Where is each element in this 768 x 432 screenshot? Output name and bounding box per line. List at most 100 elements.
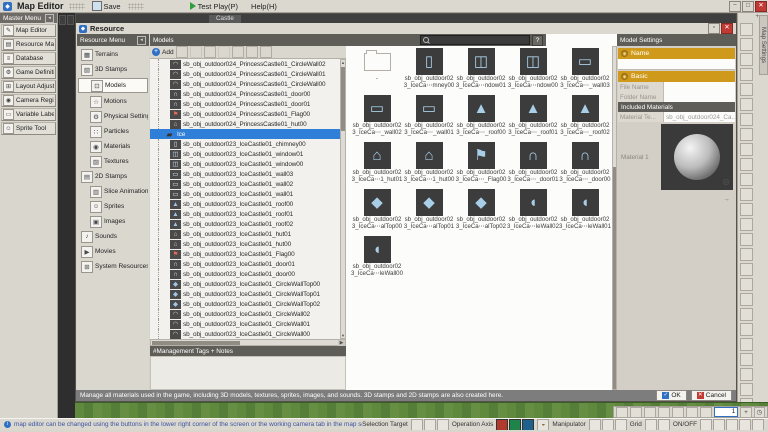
model-thumbnail[interactable]: ▭ sb_obj_outdoor02 3_IceCa⋯_wall01 (403, 94, 455, 141)
dialog-close-icon[interactable]: ✕ (721, 23, 733, 34)
master-menu-item[interactable]: ⚙ Game Definition (1, 66, 56, 79)
file-name-value[interactable] (664, 82, 735, 92)
help-button[interactable]: ? (532, 35, 543, 46)
model-thumbnail[interactable]: - (351, 47, 403, 94)
resource-menu-item[interactable]: ∷ Particles (78, 125, 148, 138)
tree-item[interactable]: ◠ sb_obj_outdoor023_IceCastle01_CircleWa… (150, 309, 340, 319)
model-thumbnail[interactable]: ◖ sb_obj_outdoor02 3_IceCa⋯leWall01 (559, 188, 611, 235)
model-thumbnail[interactable]: ▲ sb_obj_outdoor02 3_IceCa⋯_roof00 (455, 94, 507, 141)
model-thumbnail[interactable]: ⌂ sb_obj_outdoor02 3_IceCa⋯1_hut01 (351, 141, 403, 188)
material-template-value[interactable]: sb_obj_outdoor024_Ca... (664, 112, 735, 122)
model-thumbnail[interactable]: ▲ sb_obj_outdoor02 3_IceCa⋯_roof01 (507, 94, 559, 141)
resource-menu-item[interactable]: ▧ 3D Stamps (78, 63, 148, 76)
clock-icon[interactable]: ◷ (754, 407, 765, 418)
resource-menu-item[interactable]: ▣ Images (78, 215, 148, 228)
tree-item[interactable]: ⌂ sb_obj_outdoor023_IceCastle01_hut00 (150, 239, 340, 249)
axis-button[interactable] (522, 419, 534, 431)
tree-item[interactable]: ◫ sb_obj_outdoor023_IceCastle01_window00 (150, 159, 340, 169)
palette-icon[interactable]: ◒ (537, 419, 549, 431)
tree-item[interactable]: ⚑ sb_obj_outdoor024_PrincessCastle01_Fla… (150, 109, 340, 119)
material-picker-icon[interactable]: ◎ (721, 176, 731, 186)
tree-horizontal-scrollbar[interactable]: ▶ (150, 339, 346, 346)
map-tab-castle[interactable]: Castle (209, 15, 241, 23)
add-button[interactable]: + Add (152, 48, 174, 56)
resource-menu-item[interactable]: ☆ Motions (78, 95, 148, 108)
model-thumbnail[interactable]: ◆ sb_obj_outdoor02 3_IceCa⋯alTop00 (351, 188, 403, 235)
scroll-down-icon[interactable]: ▼ (341, 333, 345, 338)
tree-item[interactable]: ◠ sb_obj_outdoor023_IceCastle01_CircleWa… (150, 319, 340, 329)
master-menu-item[interactable]: ⊞ Layout Adjustm (1, 80, 56, 93)
notes-area[interactable] (150, 356, 346, 390)
maximize-icon[interactable]: □ (742, 1, 754, 12)
model-thumbnail[interactable]: ◫ sb_obj_outdoor02 3_IceCa⋯ndow01 (455, 47, 507, 94)
model-thumbnail[interactable]: ◫ sb_obj_outdoor02 3_IceCa⋯ndow00 (507, 47, 559, 94)
name-section-header[interactable]: ◉ Name (618, 48, 735, 59)
map-settings-tab[interactable]: Map Settings (759, 15, 768, 75)
master-menu-item[interactable]: ▭ Variable Labels (1, 108, 56, 121)
tree-scroll-thumb[interactable] (341, 67, 345, 131)
tree-item[interactable]: ◆ sb_obj_outdoor023_IceCastle01_CircleWa… (150, 299, 340, 309)
model-thumbnail[interactable]: ⚑ sb_obj_outdoor02 3_IceCa⋯_Flag00 (455, 141, 507, 188)
arrow-right-icon[interactable]: → (723, 196, 730, 203)
model-thumbnail[interactable]: ∩ sb_obj_outdoor02 3_IceCa⋯_door01 (507, 141, 559, 188)
tree-item[interactable]: ∩ sb_obj_outdoor023_IceCastle01_door00 (150, 269, 340, 279)
resource-menu-item[interactable]: ▥ Slice Animation (78, 185, 148, 198)
name-value-field[interactable] (618, 59, 735, 70)
test-play-button[interactable]: Test Play(P) (186, 2, 242, 11)
tree-item[interactable]: ⌂ sb_obj_outdoor023_IceCastle01_hut01 (150, 229, 340, 239)
tree-vertical-scrollbar[interactable]: ▲ ▼ (340, 59, 346, 339)
axis-button[interactable] (496, 419, 508, 431)
menu-item-help[interactable]: Help(H) (247, 2, 281, 11)
model-thumbnail[interactable]: ⌂ sb_obj_outdoor02 3_IceCa⋯1_hut00 (403, 141, 455, 188)
minimize-icon[interactable]: − (729, 1, 741, 12)
tree-item[interactable]: ◫ sb_obj_outdoor023_IceCastle01_window01 (150, 149, 340, 159)
model-thumbnail[interactable]: ∩ sb_obj_outdoor02 3_IceCa⋯_door00 (559, 141, 611, 188)
save-button[interactable]: Save (90, 1, 123, 11)
tree-item[interactable]: ▲ sb_obj_outdoor023_IceCastle01_roof02 (150, 219, 340, 229)
model-thumbnail[interactable]: ◆ sb_obj_outdoor02 3_IceCa⋯alTop02 (455, 188, 507, 235)
folder-name-value[interactable] (664, 92, 735, 102)
close-icon[interactable]: ✕ (755, 1, 767, 12)
resource-menu-item[interactable]: ☺ Sprites (78, 200, 148, 213)
tree-item[interactable]: ◠ sb_obj_outdoor024_PrincessCastle01_Cir… (150, 79, 340, 89)
tree-item[interactable]: ◠ sb_obj_outdoor024_PrincessCastle01_Cir… (150, 69, 340, 79)
tree-item[interactable]: ▯ sb_obj_outdoor023_IceCastle01_chimney0… (150, 139, 340, 149)
tree-item[interactable]: ◆ sb_obj_outdoor023_IceCastle01_CircleWa… (150, 279, 340, 289)
tree-item[interactable]: ⚑ sb_obj_outdoor023_IceCastle01_Flag00 (150, 249, 340, 259)
model-thumbnail[interactable]: ▭ sb_obj_outdoor02 3_IceCa⋯_wall03 (559, 47, 611, 94)
model-thumbnail[interactable]: ◆ sb_obj_outdoor02 3_IceCa⋯alTop01 (403, 188, 455, 235)
count-field[interactable]: 1 (714, 407, 738, 417)
model-thumbnail[interactable]: ▯ sb_obj_outdoor02 3_IceCa⋯mney00 (403, 47, 455, 94)
collapse-left-icon[interactable]: ◂ (137, 36, 146, 45)
tree-item[interactable]: ◠ sb_obj_outdoor024_PrincessCastle01_Cir… (150, 59, 340, 69)
ok-button[interactable]: ✓ OK (656, 390, 686, 401)
tree-item[interactable]: ◆ sb_obj_outdoor023_IceCastle01_CircleWa… (150, 289, 340, 299)
resource-menu-item[interactable]: ▨ Textures (78, 155, 148, 168)
master-menu-item[interactable]: ≡ Database (1, 52, 56, 65)
tree-item[interactable]: ▲ sb_obj_outdoor023_IceCastle01_roof01 (150, 209, 340, 219)
axis-button[interactable] (509, 419, 521, 431)
tree-item[interactable]: ◠ sb_obj_outdoor023_IceCastle01_CircleWa… (150, 329, 340, 339)
tree-item[interactable]: ∩ sb_obj_outdoor024_PrincessCastle01_doo… (150, 89, 340, 99)
model-thumbnail[interactable]: ◖ sb_obj_outdoor02 3_IceCa⋯leWall02 (507, 188, 559, 235)
tree-item[interactable]: ⌂ sb_obj_outdoor024_PrincessCastle01_hut… (150, 119, 340, 129)
resource-menu-item[interactable]: ▤ 2D Stamps (78, 170, 148, 183)
vertical-tab[interactable] (59, 15, 66, 25)
tree-hscroll-thumb[interactable] (152, 341, 240, 345)
tree-item[interactable]: ∩ sb_obj_outdoor024_PrincessCastle01_doo… (150, 99, 340, 109)
master-menu-item[interactable]: ◉ Camera Registr (1, 94, 56, 107)
master-menu-item[interactable]: ☺ Sprite Tool (1, 122, 56, 135)
tree-item[interactable]: ∩ sb_obj_outdoor023_IceCastle01_door01 (150, 259, 340, 269)
resource-menu-item[interactable]: ♪ Sounds (78, 230, 148, 243)
vertical-tab[interactable] (67, 15, 74, 25)
search-input[interactable] (420, 35, 530, 45)
master-menu-item[interactable]: ✎ Map Editor (1, 24, 56, 37)
tree-item[interactable]: ▭ sb_obj_outdoor023_IceCastle01_wall01 (150, 189, 340, 199)
model-thumbnail[interactable]: ▲ sb_obj_outdoor02 3_IceCa⋯_roof02 (559, 94, 611, 141)
master-menu-item[interactable]: ▤ Resource Manag (1, 38, 56, 51)
resource-menu-item[interactable]: ◉ Materials (78, 140, 148, 153)
tree-item[interactable]: ▭ sb_obj_outdoor023_IceCastle01_wall02 (150, 179, 340, 189)
basic-section-header[interactable]: ◉ Basic (618, 71, 735, 82)
model-thumbnail[interactable]: ◖ sb_obj_outdoor02 3_IceCa⋯leWall00 (351, 235, 403, 282)
tree-item[interactable]: ▰ Ice (150, 129, 340, 139)
